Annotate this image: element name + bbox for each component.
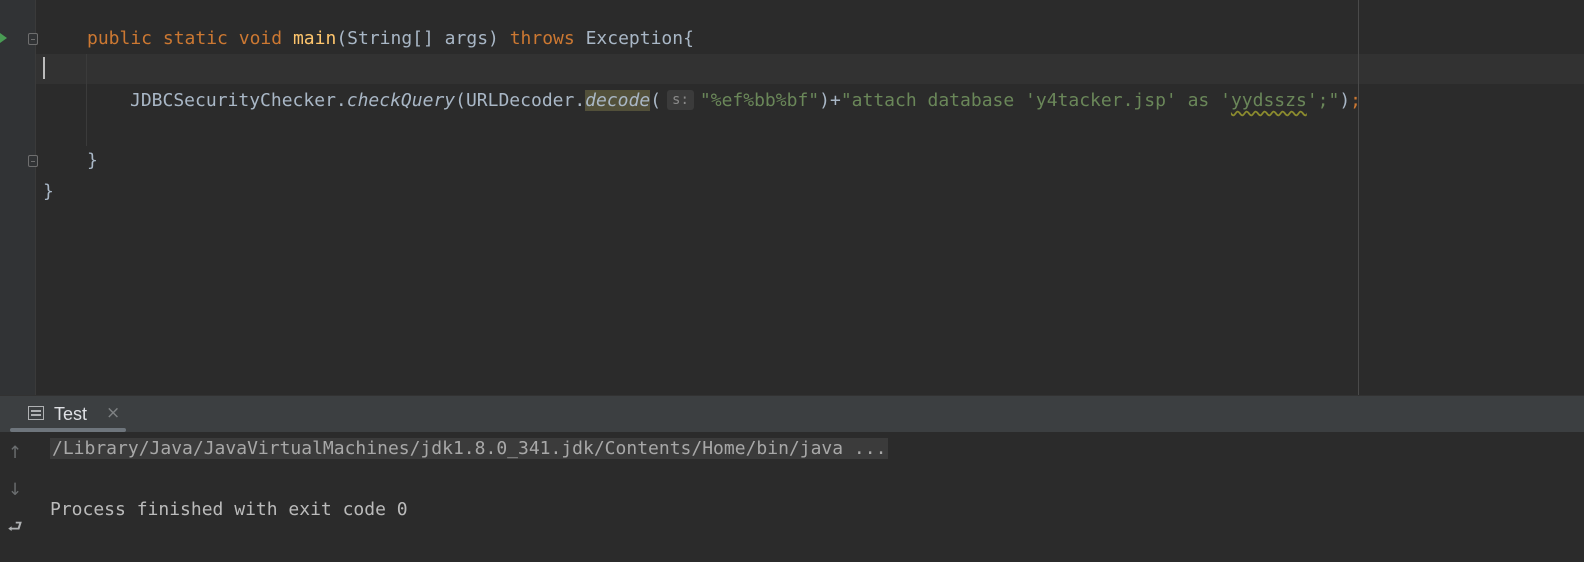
- open-paren: (: [650, 90, 662, 111]
- run-gutter-icon[interactable]: [0, 33, 7, 43]
- code-editor[interactable]: public static void main(String[] args) t…: [0, 0, 1584, 395]
- arrow-up-icon[interactable]: ↑: [6, 442, 24, 464]
- console-exit-message: Process finished with exit code 0: [50, 499, 408, 520]
- current-line-highlight: [36, 54, 1584, 84]
- run-console[interactable]: ↑ ↓ ⮐ /Library/Java/JavaVirtualMachines/…: [0, 432, 1584, 562]
- class-reference: JDBCSecurityChecker.: [130, 90, 347, 111]
- exception-type: Exception{: [574, 28, 694, 49]
- right-margin-guide: [1358, 0, 1359, 395]
- close-paren: ): [1339, 90, 1351, 111]
- close-icon[interactable]: ×: [106, 403, 120, 423]
- concat-operator: )+: [819, 90, 841, 111]
- arrow-down-icon[interactable]: ↓: [6, 479, 24, 501]
- tab-test[interactable]: Test ×: [10, 396, 126, 432]
- method-decode-highlighted: decode: [585, 90, 651, 111]
- soft-wrap-icon[interactable]: ⮐: [6, 516, 24, 538]
- urldecoder-reference: (URLDecoder.: [455, 90, 586, 111]
- keyword-public: public: [87, 28, 153, 49]
- parameter-hint: s:: [667, 90, 694, 110]
- fold-method-icon[interactable]: [28, 33, 38, 45]
- text-caret: [43, 57, 45, 79]
- console-toolbar: ↑ ↓ ⮐: [0, 432, 35, 562]
- fold-end-icon[interactable]: [28, 155, 38, 167]
- code-line-check-query[interactable]: JDBCSecurityChecker.checkQuery(URLDecode…: [130, 89, 1361, 113]
- indent-guide: [86, 54, 87, 146]
- method-check-query: checkQuery: [346, 90, 456, 111]
- method-name-main: main: [292, 28, 337, 49]
- keyword-static: static: [162, 28, 228, 49]
- string-sql-suffix: ';": [1306, 90, 1340, 111]
- console-command-line[interactable]: /Library/Java/JavaVirtualMachines/jdk1.8…: [50, 435, 889, 463]
- string-sql-prefix: "attach database 'y4tacker.jsp' as ': [840, 90, 1231, 111]
- run-tool-window-header: Test ×: [0, 395, 1584, 432]
- tab-label: Test: [54, 404, 88, 424]
- method-params: (String[] args): [336, 28, 510, 49]
- typo-warning-word: yydsszs: [1230, 90, 1307, 111]
- string-bom: "%ef%bb%bf": [699, 90, 820, 111]
- java-command[interactable]: /Library/Java/JavaVirtualMachines/jdk1.8…: [50, 438, 889, 459]
- semicolon: ;: [1350, 90, 1362, 111]
- console-icon: [28, 406, 44, 420]
- keyword-void: void: [238, 28, 283, 49]
- keyword-throws: throws: [509, 28, 575, 49]
- method-close-brace: }: [87, 150, 98, 171]
- editor-gutter[interactable]: [0, 0, 38, 395]
- class-close-brace: }: [43, 181, 54, 202]
- code-line-main-signature[interactable]: public static void main(String[] args) t…: [87, 27, 694, 51]
